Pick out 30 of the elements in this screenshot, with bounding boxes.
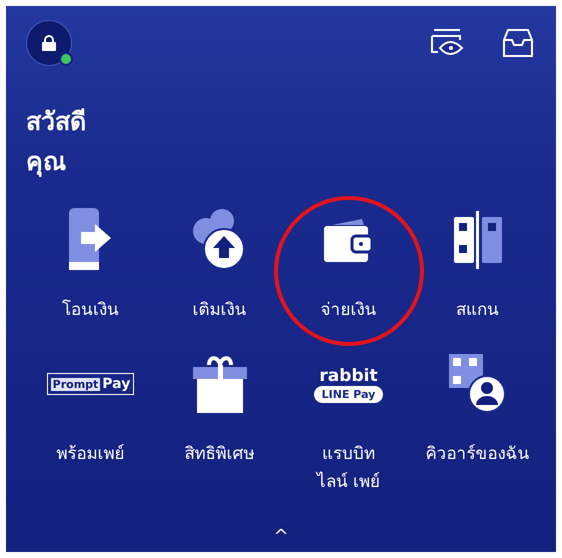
- user-name-text: คุณ: [26, 146, 67, 179]
- lock-icon: [42, 35, 56, 51]
- gift-icon: [192, 355, 246, 413]
- menu-item[interactable]: คิวอาร์ของฉัน: [413, 346, 542, 468]
- eye-card-icon[interactable]: [430, 28, 464, 58]
- greeting-text: สวัสดี: [26, 106, 87, 138]
- menu-label: สิทธิพิเศษ: [184, 443, 254, 466]
- promptpay-logo: Prompt Pay: [46, 373, 134, 395]
- menu-item[interactable]: สิทธิพิเศษ: [155, 346, 284, 468]
- menu-label: เติมเงิน: [192, 299, 246, 322]
- lock-avatar[interactable]: [26, 20, 72, 66]
- menu-item[interactable]: rabbit LINE Pay แรบบิท ไลน์ เพย์: [284, 346, 413, 496]
- menu-label: สแกน: [456, 299, 499, 322]
- menu-label: จ่ายเงิน: [320, 299, 376, 322]
- wallet-icon: [324, 217, 374, 263]
- menu-item[interactable]: โอนเงิน: [26, 202, 155, 324]
- scanner-icon: [454, 211, 502, 269]
- menu-label: โอนเงิน: [62, 298, 119, 322]
- logo-text: rabbit: [319, 366, 378, 386]
- menu-item[interactable]: จ่ายเงิน: [284, 202, 413, 324]
- inbox-icon[interactable]: [502, 28, 534, 58]
- expand-chevron[interactable]: ^: [273, 528, 289, 546]
- menu-label: พร้อมเพย์: [56, 443, 124, 466]
- menu-item[interactable]: Prompt Pay พร้อมเพย์: [26, 346, 155, 468]
- menu-item[interactable]: สแกน: [413, 202, 542, 324]
- menu-label: แรบบิท ไลน์ เพย์: [316, 443, 380, 494]
- logo-badge: LINE Pay: [314, 386, 384, 402]
- menu-label: คิวอาร์ของฉัน: [426, 443, 530, 466]
- menu-item[interactable]: เติมเงิน: [155, 202, 284, 324]
- qr-person-icon: [448, 354, 506, 414]
